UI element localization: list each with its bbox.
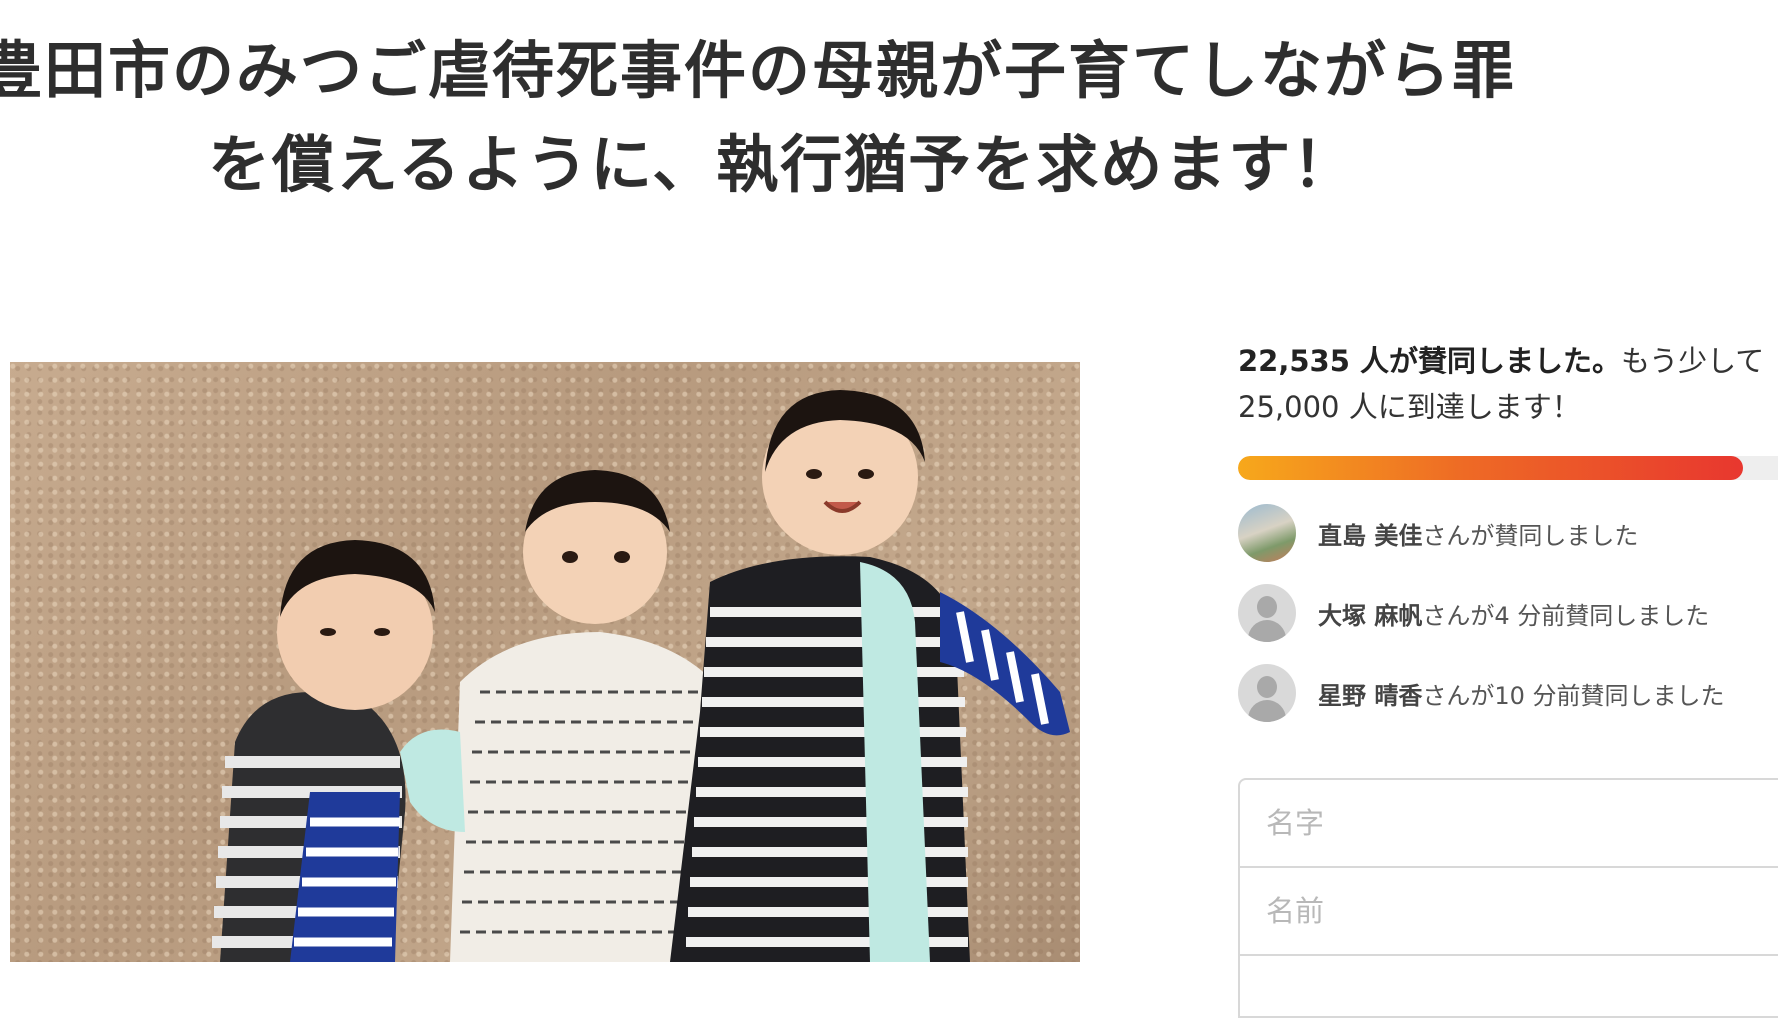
last-name-field[interactable]	[1264, 805, 1778, 841]
petition-title: 豊田市のみつご虐待死事件の母親が子育てしながら罪 を償えるように、執行猶予を求め…	[0, 24, 1778, 212]
signature-count: 22,535 人が賛同しました。もう少して	[1238, 338, 1778, 384]
recent-signers-list: 直島 美佳さんが賛同しました 大塚 麻帆さんが4 分前賛同しました 星野 晴香さ…	[1238, 504, 1778, 722]
recent-signer-item: 星野 晴香さんが10 分前賛同しました	[1238, 664, 1778, 722]
first-name-field-wrapper	[1240, 868, 1778, 956]
signature-count-bold: 22,535 人が賛同しました。	[1238, 344, 1622, 378]
recent-signer-item: 大塚 麻帆さんが4 分前賛同しました	[1238, 584, 1778, 642]
email-field-wrapper	[1240, 956, 1778, 1016]
sign-petition-form	[1238, 778, 1778, 1018]
babies-illustration	[212, 390, 1070, 962]
photo-avatar	[1238, 504, 1296, 562]
signer-action: さんが賛同しました	[1422, 521, 1639, 550]
signer-action: さんが4 分前賛同しました	[1422, 601, 1710, 630]
signature-progress-fill	[1238, 456, 1743, 480]
recent-signer-item: 直島 美佳さんが賛同しました	[1238, 504, 1778, 562]
petition-title-line-1: 豊田市のみつご虐待死事件の母親が子育てしながら罪	[0, 34, 1517, 107]
signature-progress-bar	[1238, 456, 1778, 480]
signer-name: 直島 美佳	[1318, 521, 1423, 550]
recent-signer-text: 星野 晴香さんが10 分前賛同しました	[1318, 676, 1725, 711]
last-name-field-wrapper	[1240, 780, 1778, 868]
first-name-field[interactable]	[1264, 893, 1778, 929]
signature-goal: 25,000 人に到達します！	[1238, 390, 1581, 424]
recent-signer-text: 直島 美佳さんが賛同しました	[1318, 516, 1638, 551]
recent-signer-text: 大塚 麻帆さんが4 分前賛同しました	[1318, 596, 1709, 631]
petition-photo	[10, 362, 1080, 962]
signature-panel: 22,535 人が賛同しました。もう少して 25,000 人に到達します！ 直島…	[1238, 338, 1778, 744]
person-silhouette-icon	[1238, 584, 1296, 642]
signer-action: さんが10 分前賛同しました	[1422, 681, 1725, 710]
signer-name: 星野 晴香	[1318, 681, 1423, 710]
signer-name: 大塚 麻帆	[1318, 601, 1423, 630]
petition-title-line-2: を償えるように、執行猶予を求めます！	[208, 128, 1357, 201]
right-baby	[670, 390, 1070, 962]
person-silhouette-icon	[1238, 664, 1296, 722]
signature-count-rest: もう少して	[1621, 344, 1765, 378]
